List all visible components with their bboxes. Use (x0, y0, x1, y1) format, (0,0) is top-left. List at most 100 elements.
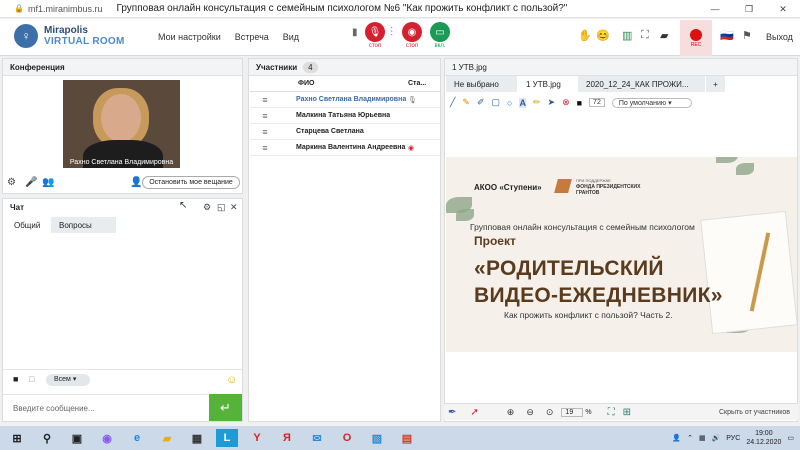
menu-meeting[interactable]: Встреча (235, 32, 269, 42)
tab-none[interactable]: Не выбрано (446, 76, 518, 92)
bg-color-icon[interactable]: □ (29, 374, 34, 384)
participant-row[interactable]: ≡ Старцева Светлана (250, 124, 440, 140)
raise-hand-icon[interactable]: ✋ (578, 29, 592, 42)
notifications-icon[interactable]: ▭ (787, 434, 794, 442)
slide-support: ПРИ ПОДДЕРЖКЕ (576, 178, 611, 183)
emoji-icon[interactable]: 😊 (596, 29, 610, 42)
exit-button[interactable]: Выход (766, 32, 793, 42)
laser-pointer-icon[interactable]: ➚ (470, 407, 478, 418)
zoom-out-icon[interactable]: ⊖ (526, 407, 534, 418)
add-tab-button[interactable]: + (706, 76, 726, 92)
url-text[interactable]: mf1.miranimbus.ru (28, 4, 103, 14)
zoom-unit: % (585, 408, 592, 416)
drag-handle-icon[interactable]: ≡ (250, 143, 280, 153)
participants-title: Участники (256, 62, 298, 72)
zoom-fit-icon[interactable]: ⊙ (546, 407, 554, 418)
clock[interactable]: 19:00 24.12.2020 (746, 429, 781, 447)
stats-icon[interactable]: ▥ (622, 29, 632, 42)
emoji-picker-icon[interactable]: ☺ (226, 374, 237, 386)
alice-icon[interactable]: ◉ (92, 426, 122, 450)
up-arrow-icon[interactable]: ⌃ (687, 434, 693, 442)
store-icon[interactable]: ▦ (182, 426, 212, 450)
participant-row[interactable]: ≡ Маркина Валентина Андреевна ◉ (250, 140, 440, 156)
color-picker-icon[interactable]: ■ (577, 98, 582, 108)
task-view-icon[interactable]: ▣ (62, 426, 92, 450)
network-tray-icon[interactable]: ▦ (699, 434, 706, 442)
tab-image-2[interactable]: 2020_12_24_КАК ПРОЖИ... (578, 76, 706, 92)
pen-mode-icon[interactable]: ✒ (448, 407, 456, 418)
volume-slider-icon[interactable]: ▮ (352, 27, 358, 38)
rectangle-icon[interactable]: ▢ (492, 97, 501, 108)
record-button[interactable]: REC (680, 20, 712, 56)
system-tray: 👤 ⌃ ▦ 🔊 РУС 19:00 24.12.2020 ▭ (672, 426, 794, 450)
pointer-icon[interactable]: ➤ (548, 97, 556, 108)
message-input[interactable]: Введите сообщение... (3, 394, 208, 421)
participant-row[interactable]: ≡ Рахно Светлана Владимировна 🎙 (250, 92, 440, 108)
flag-ru-icon[interactable]: 🇷🇺 (720, 29, 734, 42)
gear-icon[interactable]: ⚙ (203, 202, 211, 213)
tab-general[interactable]: Общий (6, 217, 51, 233)
menu-view[interactable]: Вид (283, 32, 299, 42)
expand-icon[interactable]: ◱ (217, 202, 226, 213)
maximize-button[interactable]: ❐ (732, 0, 766, 18)
stop-broadcast-button[interactable]: Остановить мое вещание (142, 176, 240, 189)
recipient-select[interactable]: Всем ▾ (46, 374, 90, 386)
col-status[interactable]: Ста... (408, 80, 426, 87)
tab-image-1[interactable]: 1 УТВ.jpg (518, 76, 578, 92)
people-icon[interactable]: 👤 (672, 434, 681, 442)
network-icon[interactable]: ⛶ (641, 29, 649, 42)
whiteboard-bottom-toolbar: ✒ ➚ ⊕ ⊖ ⊙ 19 % ⛶ ⊞ Скрыть от участников (444, 403, 798, 420)
marker-icon[interactable]: ✐ (477, 97, 485, 108)
powerpoint-icon[interactable]: ▤ (392, 426, 422, 450)
windows-start-icon[interactable]: ⊞ (2, 426, 32, 450)
info-icon[interactable]: ⚑ (742, 29, 752, 42)
highlighter-icon[interactable]: ✏ (533, 97, 541, 108)
delete-icon[interactable]: ⊗ (562, 97, 570, 108)
file-explorer-icon[interactable]: ▰ (152, 426, 182, 450)
yandex-icon[interactable]: Я (272, 426, 302, 450)
language-indicator[interactable]: РУС (726, 435, 740, 442)
volume-icon[interactable]: 🔊 (712, 434, 721, 442)
circle-icon[interactable]: ○ (507, 98, 512, 108)
slide-caption: Как прожить конфликт с пользой? Часть 2. (504, 310, 673, 320)
drag-handle-icon[interactable]: ≡ (250, 111, 280, 121)
search-icon[interactable]: ⚲ (32, 426, 62, 450)
menu-settings[interactable]: Мои настройки (158, 32, 221, 42)
font-select[interactable]: По умолчанию ▾ (611, 97, 692, 108)
screen-share-icon[interactable]: ▭ (430, 22, 450, 42)
edge-icon[interactable]: e (122, 426, 152, 450)
folder-icon[interactable]: ▰ (660, 29, 668, 42)
line-tool-icon[interactable]: ╱ (450, 97, 455, 108)
users-icon[interactable]: 👥 (42, 177, 54, 188)
col-name[interactable]: ФИО (298, 80, 408, 87)
drag-handle-icon[interactable]: ≡ (250, 127, 280, 137)
yandex-browser-icon[interactable]: Y (242, 426, 272, 450)
opera-icon[interactable]: O (332, 426, 362, 450)
participant-name: Малкина Татьяна Юрьевна (296, 112, 391, 119)
hide-from-participants[interactable]: Скрыть от участников (719, 409, 790, 416)
participant-name: Старцева Светлана (296, 128, 364, 135)
photos-icon[interactable]: ▧ (362, 426, 392, 450)
camera-settings-icon[interactable]: ⚙ (7, 177, 16, 188)
minimize-button[interactable]: — (698, 0, 732, 18)
pencil-icon[interactable]: ✎ (462, 97, 470, 108)
mic-settings-icon[interactable]: 🎤 (25, 177, 37, 188)
font-size-field[interactable]: 72 (589, 98, 605, 107)
zoom-in-icon[interactable]: ⊕ (507, 407, 515, 418)
text-color-icon[interactable]: ■ (13, 374, 18, 384)
zoom-field[interactable]: 19 (561, 407, 584, 417)
microphone-icon[interactable]: 🎙 (365, 22, 385, 42)
text-tool-icon[interactable]: A (519, 97, 526, 108)
fit-screen-icon[interactable]: ⛶ (608, 407, 615, 418)
app-l-icon[interactable]: L (216, 429, 238, 447)
mail-icon[interactable]: ✉ (302, 426, 332, 450)
participant-row[interactable]: ≡ Малкина Татьяна Юрьевна (250, 108, 440, 124)
close-icon[interactable]: ✕ (230, 202, 238, 213)
tab-questions[interactable]: Вопросы (51, 217, 117, 233)
camera-icon[interactable]: ◉ (402, 22, 422, 42)
drag-handle-icon[interactable]: ≡ (250, 95, 280, 105)
fullscreen-icon[interactable]: ⊞ (623, 407, 631, 418)
send-button[interactable]: ↵ (209, 394, 242, 421)
slide-title-line1: «РОДИТЕЛЬСКИЙ (474, 257, 664, 280)
close-window-button[interactable]: ✕ (766, 0, 800, 18)
